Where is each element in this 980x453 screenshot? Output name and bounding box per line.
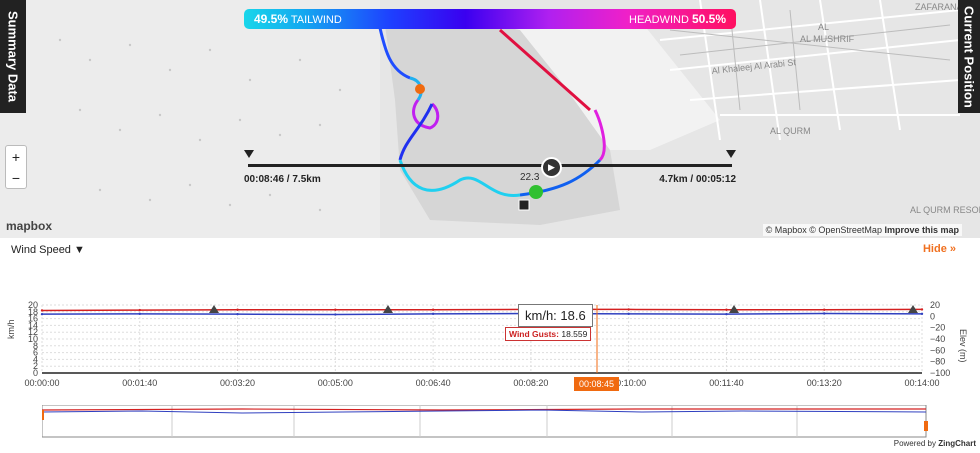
y2-tick-label: 20: [930, 300, 940, 310]
map-label: AL MUSHRIF: [800, 34, 855, 44]
segment-marker: [209, 305, 219, 313]
x-tick-label: 00:11:40: [709, 378, 743, 388]
y-tick-label: 20: [28, 300, 38, 310]
y2-tick-label: −20: [930, 323, 945, 333]
zoom-control: + −: [5, 145, 27, 189]
current-position-label: Current Position: [961, 5, 977, 108]
metric-selector[interactable]: Wind Speed ▼: [11, 244, 85, 256]
data-point: [920, 308, 924, 311]
playback-timeline[interactable]: ▶ 00:08:46 / 7.5km 4.7km / 00:05:12: [244, 150, 736, 190]
summary-data-tab[interactable]: Summary Data: [0, 0, 26, 113]
x-tick-label: 00:03:20: [220, 378, 255, 388]
overview-chart[interactable]: [42, 405, 942, 439]
data-point: [627, 308, 630, 311]
current-position-tab[interactable]: Current Position: [958, 0, 980, 113]
powered-by: Powered by ZingChart: [894, 439, 976, 448]
data-point: [627, 312, 630, 316]
timeline-markers: [244, 150, 736, 158]
x-tick-label: 00:14:00: [904, 378, 939, 388]
data-point: [236, 312, 239, 316]
segment-marker: [383, 305, 393, 313]
map-attribution: © Mapbox © OpenStreetMap Improve this ma…: [762, 224, 962, 236]
wind-speed-chart[interactable]: 02468101214161820−100−80−60−40−2002000:0…: [0, 295, 980, 395]
headwind-info: HEADWIND 50.5%: [629, 12, 726, 26]
timeline-end-time: 4.7km / 00:05:12: [659, 174, 736, 185]
map-canvas: AL AL MUSHRIF Al Khaleej Al Arabi St AL …: [0, 0, 980, 238]
data-point: [823, 312, 826, 315]
data-point: [334, 313, 337, 316]
x-tick-label: 00:01:40: [122, 378, 157, 388]
x-tick-label: 00:06:40: [416, 378, 451, 388]
x-tick-label: 00:00:00: [24, 378, 59, 388]
timeline-start-time: 00:08:46 / 7.5km: [244, 174, 321, 185]
map-label: AL QURM: [770, 126, 811, 136]
route-map[interactable]: AL AL MUSHRIF Al Khaleej Al Arabi St AL …: [0, 0, 980, 238]
data-point: [823, 308, 826, 311]
data-point: [40, 312, 44, 316]
data-point: [725, 308, 728, 311]
y2-tick-label: −100: [930, 368, 950, 378]
data-point: [431, 312, 435, 316]
data-point: [138, 308, 141, 312]
attribution-text[interactable]: © Mapbox © OpenStreetMap: [766, 225, 882, 235]
segment-marker: [729, 305, 739, 313]
gust-value: 18.559: [561, 329, 588, 339]
svg-text:AL: AL: [818, 22, 829, 32]
gust-label: Wind Gusts:: [509, 329, 559, 339]
map-label: AL QURM RESORT: [910, 205, 980, 215]
timeline-track[interactable]: [248, 164, 732, 167]
y2-tick-label: −40: [930, 334, 945, 344]
x-tick-label: 00:13:20: [807, 378, 842, 388]
summary-data-label: Summary Data: [5, 10, 21, 103]
chart-tooltip: km/h: 18.6: [518, 304, 593, 327]
map-label: ZAFARANA: [915, 2, 963, 12]
series-line: [41, 312, 923, 316]
y2-tick-label: −80: [930, 357, 945, 367]
x-tick-label: 00:05:00: [318, 378, 353, 388]
data-point: [920, 312, 924, 316]
data-point: [138, 312, 141, 316]
improve-map-link[interactable]: Improve this map: [884, 225, 959, 235]
series-line: [41, 308, 923, 312]
data-point: [725, 312, 728, 316]
data-point: [236, 308, 239, 311]
play-button[interactable]: ▶: [541, 157, 562, 178]
cursor-time-badge: 00:08:45: [574, 377, 620, 391]
zingchart-link[interactable]: ZingChart: [938, 439, 976, 448]
data-point: [431, 308, 435, 311]
y2-axis-label: Elev (m): [958, 329, 968, 363]
data-point: [334, 308, 337, 311]
zoom-out-button[interactable]: −: [12, 170, 20, 186]
wind-direction-bar: 49.5% TAILWIND HEADWIND 50.5%: [244, 9, 736, 29]
y2-tick-label: −60: [930, 345, 945, 355]
hide-chart-button[interactable]: Hide »: [923, 243, 956, 255]
y-axis-label: km/h: [6, 319, 16, 339]
data-point: [40, 309, 44, 312]
gust-tooltip: Wind Gusts: 18.559: [505, 327, 592, 341]
y2-tick-label: 0: [930, 311, 935, 321]
x-tick-label: 00:08:20: [513, 378, 548, 388]
tailwind-info: 49.5% TAILWIND: [254, 12, 342, 26]
mapbox-logo: mapbox: [6, 219, 53, 233]
powered-text: Powered by: [893, 439, 936, 448]
zoom-in-button[interactable]: +: [12, 149, 20, 165]
